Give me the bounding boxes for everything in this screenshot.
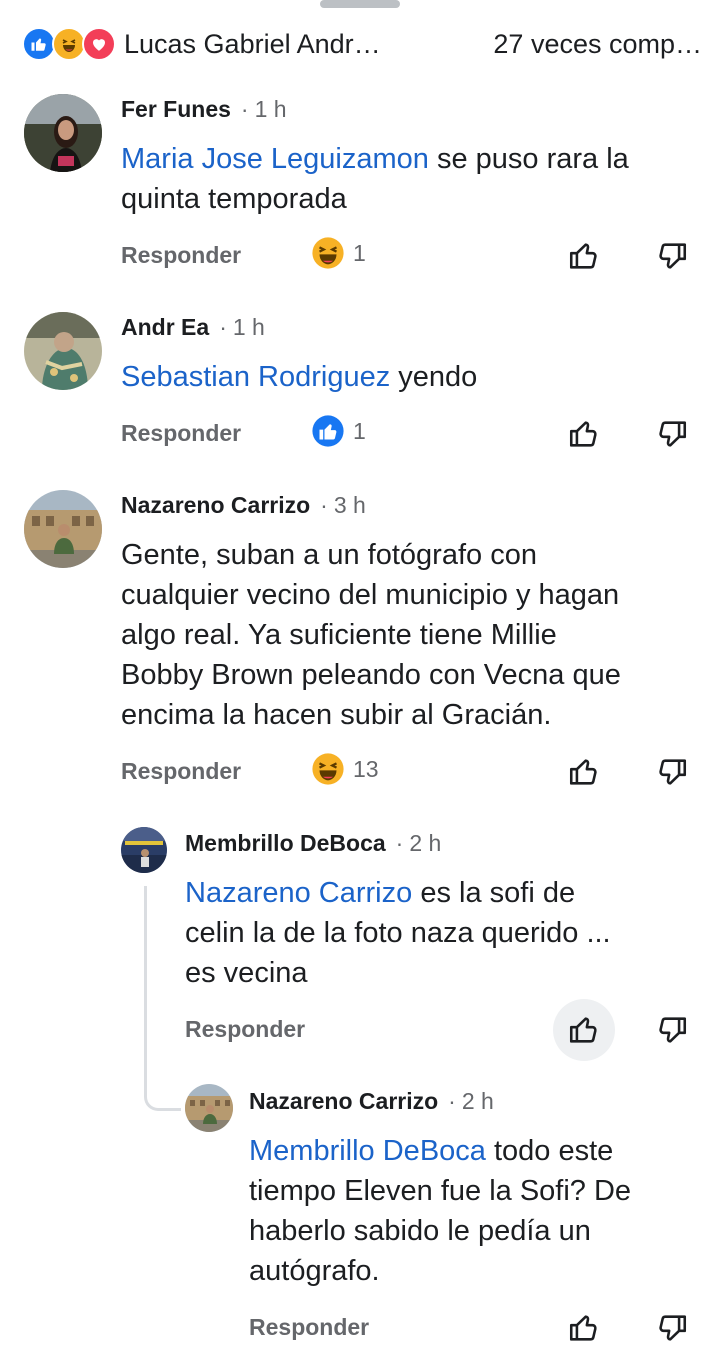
comment-author[interactable]: Andr Ea (121, 314, 209, 341)
reaction-count-number: 1 (353, 239, 366, 266)
comment-text-line: yendo (390, 361, 478, 393)
comment-time[interactable]: 2 h (409, 830, 441, 857)
reaction-icons[interactable] (22, 27, 116, 61)
post-author-name[interactable]: Lucas Gabriel Andr… (124, 29, 424, 60)
comment-meta: Membrillo DeBoca · 2 h (185, 830, 441, 857)
comment-text: Nazareno Carrizo es la sofi de celin la … (185, 873, 705, 993)
comment-time[interactable]: 1 h (255, 96, 287, 123)
thumbs-down-icon (659, 1315, 687, 1341)
thread-connector (144, 1080, 181, 1111)
comment-time[interactable]: 3 h (334, 492, 366, 519)
avatar[interactable] (24, 94, 102, 172)
reaction-count-number: 13 (353, 755, 379, 782)
comment-meta: Andr Ea · 1 h (121, 314, 265, 341)
comment-author[interactable]: Fer Funes (121, 96, 231, 123)
dislike-button[interactable] (652, 414, 692, 454)
comment-text-line: todo este (485, 1135, 614, 1167)
comment-actions: Responder 1 (121, 414, 701, 454)
comment-actions: Responder (249, 1308, 709, 1348)
shares-count[interactable]: 27 veces comp… (462, 29, 702, 60)
like-button[interactable] (564, 1308, 604, 1348)
avatar[interactable] (121, 827, 167, 873)
comment-text: Gente, suban a un fotógrafo con cualquie… (121, 535, 711, 735)
post-reactions-bar[interactable]: Lucas Gabriel Andr… 27 veces comp… (22, 26, 702, 62)
mention-link[interactable]: Membrillo DeBoca (249, 1135, 486, 1167)
comment-text-line: algo real. Ya suficiente tiene Millie (121, 619, 557, 651)
separator-dot: · (320, 492, 328, 518)
haha-icon (312, 753, 344, 785)
comment-meta: Nazareno Carrizo · 3 h (121, 492, 366, 519)
comment-text-line: tiempo Eleven fue la Sofi? De (249, 1175, 632, 1207)
comment-time[interactable]: 2 h (462, 1088, 494, 1115)
mention-link[interactable]: Nazareno Carrizo (185, 877, 412, 909)
thumbs-down-icon (659, 759, 687, 785)
like-button[interactable] (564, 414, 604, 454)
comment-actions: Responder (185, 999, 705, 1061)
comment-text-line: cualquier vecino del municipio y hagan (121, 579, 620, 611)
thumbs-up-icon (569, 759, 597, 785)
comment-meta: Fer Funes · 1 h (121, 96, 287, 123)
comment-text-line: es vecina (185, 957, 308, 989)
sheet-grabber-handle[interactable] (320, 0, 400, 8)
comment-time[interactable]: 1 h (233, 314, 265, 341)
comment-text-line: Bobby Brown peleando con Vecna que (121, 659, 621, 691)
thread-line (144, 886, 147, 1091)
separator-dot: · (448, 1088, 456, 1114)
thumbs-down-icon (659, 1017, 687, 1043)
dislike-button[interactable] (652, 1308, 692, 1348)
avatar[interactable] (185, 1084, 233, 1132)
reply-button[interactable]: Responder (249, 1314, 369, 1341)
comment-author[interactable]: Nazareno Carrizo (121, 492, 310, 519)
reaction-count[interactable]: 13 (311, 752, 379, 786)
comment-text-line: autógrafo. (249, 1255, 380, 1287)
mention-link[interactable]: Sebastian Rodriguez (121, 361, 390, 393)
dislike-button[interactable] (652, 236, 692, 276)
thumbs-up-icon (569, 243, 597, 269)
comment-text-line: encima la hacen subir al Gracián. (121, 699, 552, 731)
comment-text-line: es la sofi de (412, 877, 576, 909)
comment-text-line: se puso rara la (428, 143, 629, 175)
like-icon (22, 27, 56, 61)
comment-text: Membrillo DeBoca todo este tiempo Eleven… (249, 1131, 709, 1291)
mention-link[interactable]: Maria Jose Leguizamon (121, 143, 429, 175)
comment-text-line: haberlo sabido le pedía un (249, 1215, 591, 1247)
separator-dot: · (395, 830, 404, 856)
reaction-count[interactable]: 1 (311, 236, 366, 270)
comment-author[interactable]: Membrillo DeBoca (185, 830, 386, 857)
thumbs-up-icon (569, 1315, 597, 1341)
haha-icon (52, 27, 86, 61)
reply-button[interactable]: Responder (121, 758, 241, 785)
dislike-button[interactable] (652, 752, 692, 792)
thumbs-down-icon (659, 243, 687, 269)
haha-icon (312, 237, 344, 269)
thumbs-down-icon (659, 421, 687, 447)
reaction-count[interactable]: 1 (311, 414, 366, 448)
reply-button[interactable]: Responder (121, 242, 241, 269)
avatar[interactable] (24, 490, 102, 568)
thumbs-up-icon (569, 1017, 597, 1043)
love-icon (82, 27, 116, 61)
separator-dot: · (219, 314, 227, 340)
comment-text-line: Gente, suban a un fotógrafo con (121, 539, 537, 571)
like-button[interactable] (564, 1010, 604, 1050)
avatar[interactable] (24, 312, 102, 390)
comment-text-line: quinta temporada (121, 183, 347, 215)
comment-meta: Nazareno Carrizo · 2 h (249, 1088, 494, 1115)
dislike-button[interactable] (652, 1010, 692, 1050)
like-icon (312, 415, 344, 447)
comment-text: Maria Jose Leguizamon se puso rara la qu… (121, 139, 701, 219)
reaction-count-number: 1 (353, 417, 366, 444)
comment-author[interactable]: Nazareno Carrizo (249, 1088, 438, 1115)
like-button[interactable] (564, 236, 604, 276)
comment-text-line: celin la de la foto naza querido ... (185, 917, 611, 949)
separator-dot: · (240, 96, 249, 122)
comment-actions: Responder 13 (121, 752, 701, 792)
comment-text: Sebastian Rodriguez yendo (121, 357, 701, 397)
comment-actions: Responder 1 (121, 236, 701, 276)
thumbs-up-icon (569, 421, 597, 447)
reply-button[interactable]: Responder (185, 1016, 305, 1043)
reply-button[interactable]: Responder (121, 420, 241, 447)
like-button[interactable] (564, 752, 604, 792)
